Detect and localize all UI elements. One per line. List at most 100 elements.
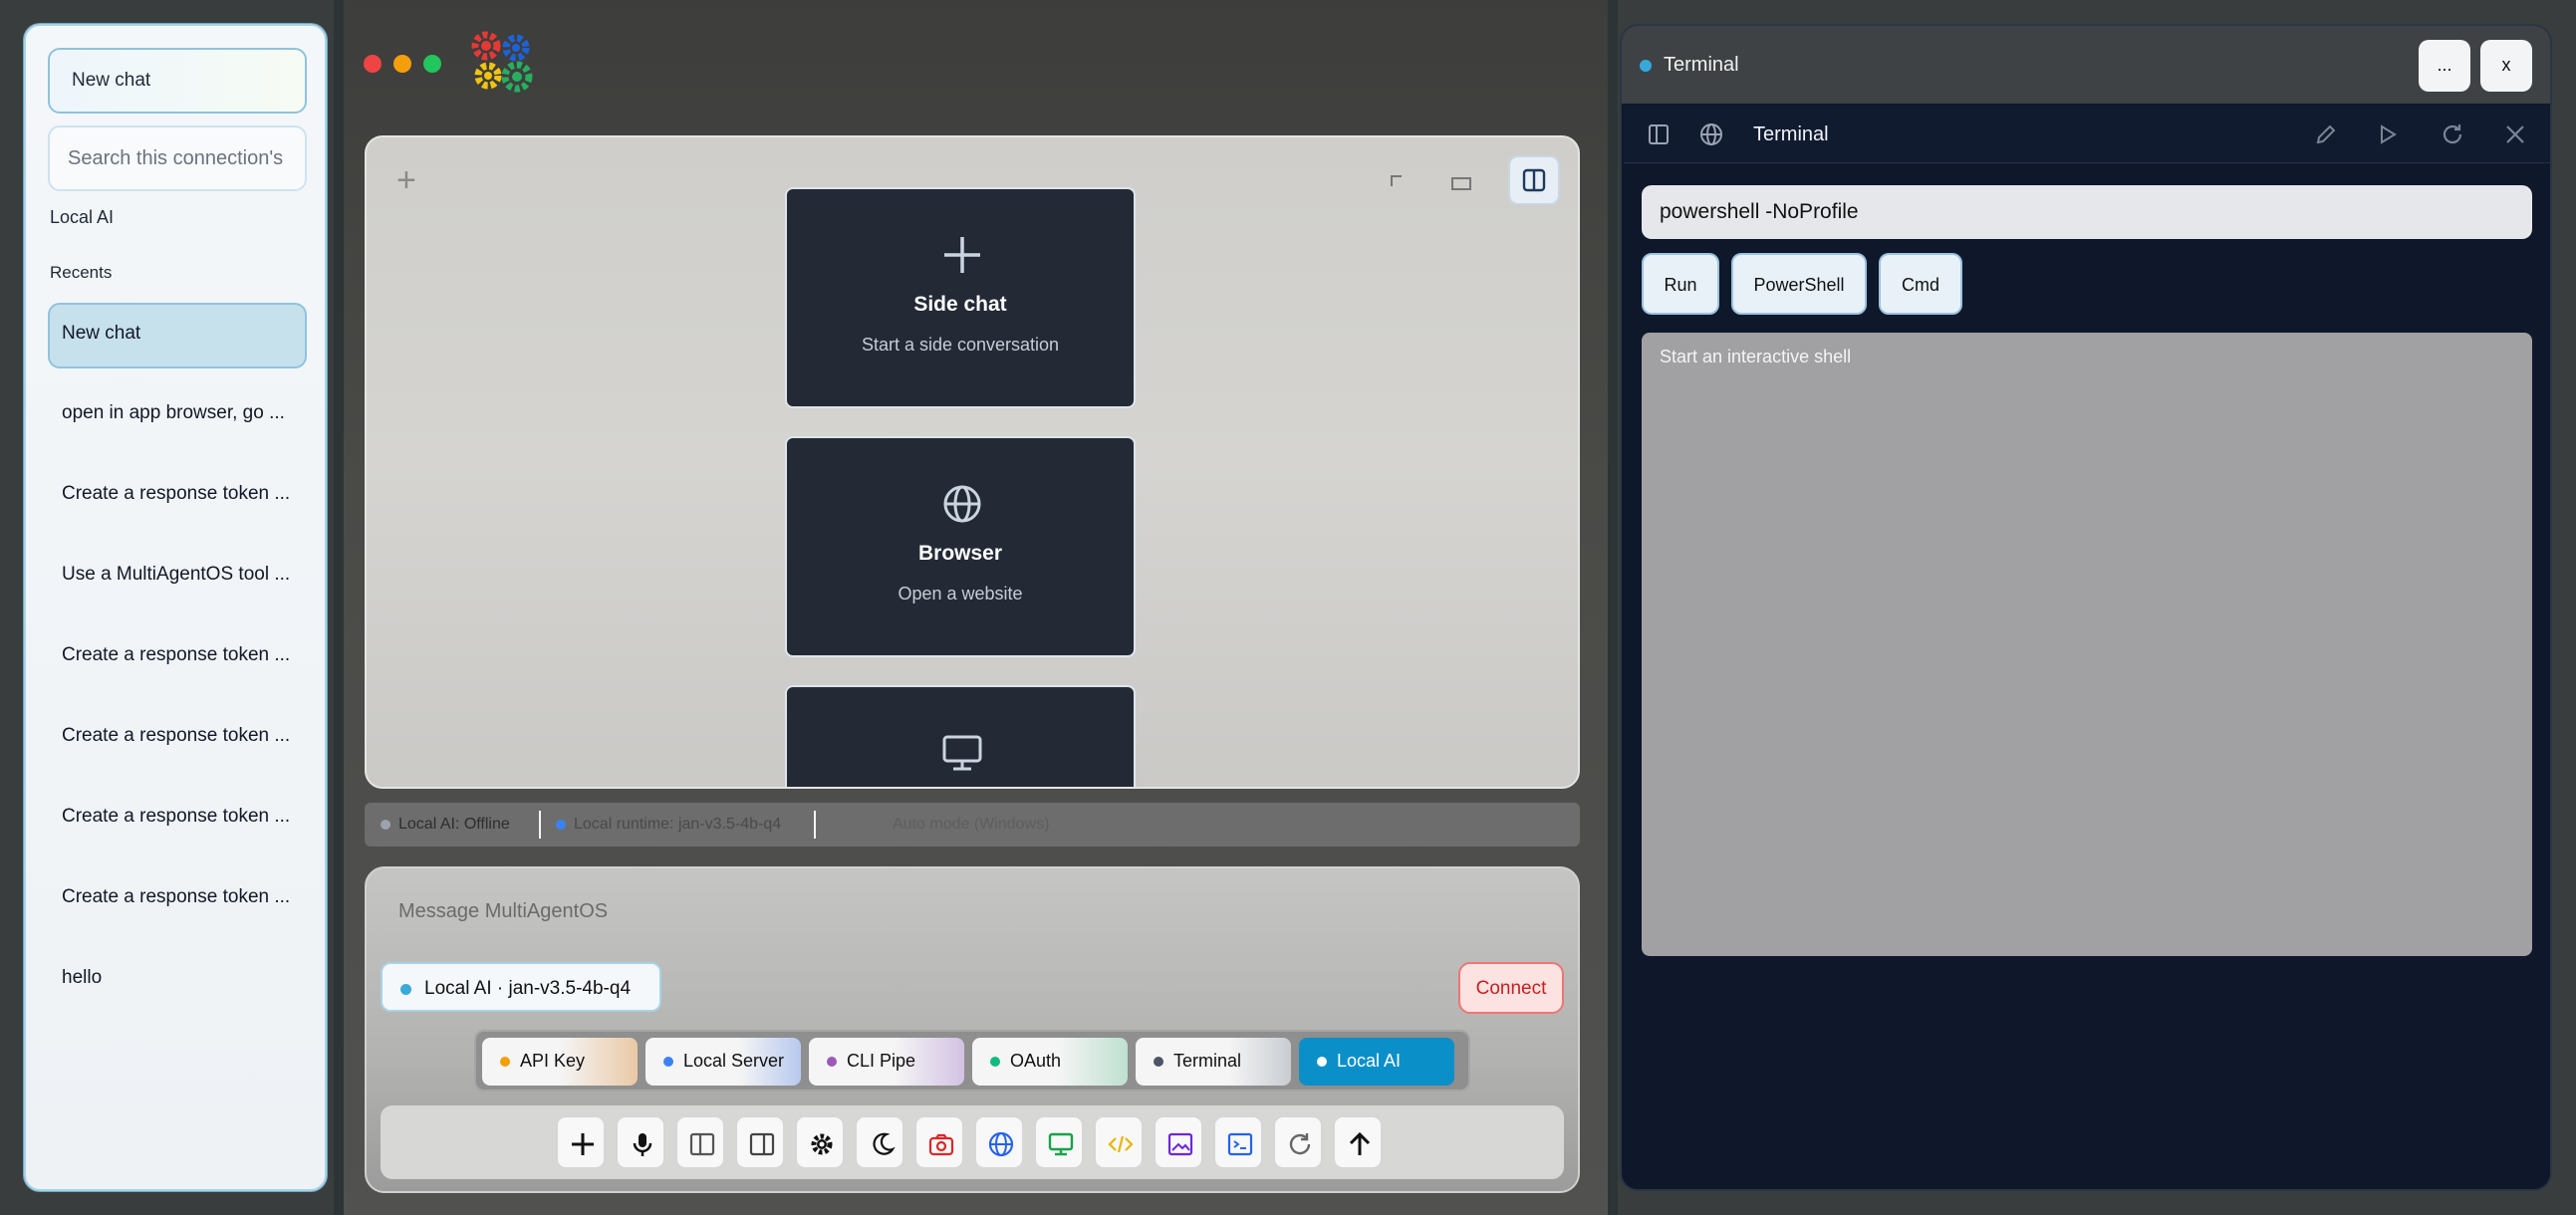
image-icon (1167, 1132, 1193, 1156)
tab-terminal[interactable]: Terminal (1136, 1038, 1291, 1086)
connect-button[interactable]: Connect (1458, 962, 1564, 1014)
search-input[interactable]: Search this connection's (48, 125, 307, 191)
screenshot-button[interactable] (914, 1115, 964, 1169)
cmd-button[interactable]: Cmd (1879, 253, 1962, 315)
recent-chat-item[interactable]: New chat (48, 303, 307, 368)
close-window-button[interactable]: x (2480, 40, 2532, 92)
tab-cli-pipe[interactable]: CLI Pipe (809, 1038, 964, 1086)
maximize-window-icon[interactable] (423, 55, 441, 73)
minimize-window-icon[interactable] (393, 55, 411, 73)
dot-icon (500, 1057, 510, 1067)
camera-icon (928, 1133, 954, 1156)
recent-chat-item[interactable]: Create a response token ... (48, 463, 307, 529)
tab-local-server[interactable]: Local Server (645, 1038, 801, 1086)
recent-chat-item[interactable]: Create a response token ... (48, 866, 307, 932)
model-label: Local AI · jan-v3.5-4b-q4 (424, 978, 632, 999)
card-subtitle: Open a website (898, 584, 1023, 604)
refresh-button[interactable] (1273, 1115, 1323, 1169)
split-view-icon[interactable] (1648, 123, 1670, 145)
recent-chat-item[interactable]: Use a MultiAgentOS tool ... (48, 544, 307, 609)
add-panel-icon[interactable]: + (396, 161, 416, 200)
recent-chat-item[interactable]: open in app browser, go ... (48, 382, 307, 448)
tab-label: Local Server (683, 1051, 785, 1071)
tab-label: Local AI (1337, 1051, 1402, 1071)
arrow-up-icon (1349, 1131, 1371, 1155)
terminal-icon (1227, 1132, 1253, 1156)
card-title: Side chat (913, 293, 1007, 316)
window-title: Terminal (1664, 54, 1739, 76)
code-icon (1108, 1135, 1134, 1153)
browser-button[interactable] (974, 1115, 1024, 1169)
desktop-button[interactable] (1034, 1115, 1084, 1169)
status-bar: Local AI: Offline Local runtime: jan-v3.… (365, 803, 1580, 847)
gear-icon (811, 1133, 833, 1155)
tab-label: Terminal (1173, 1051, 1242, 1071)
edit-icon[interactable] (2315, 123, 2337, 145)
connection-tabs: API Key Local Server CLI Pipe OAuth Term… (474, 1030, 1470, 1092)
card-title: Browser (917, 542, 1003, 565)
dot-icon (1154, 1057, 1163, 1067)
split-view-button[interactable] (1508, 155, 1560, 205)
moon-icon (873, 1132, 896, 1155)
globe-icon[interactable] (1699, 122, 1723, 146)
tab-label: CLI Pipe (847, 1051, 916, 1071)
dot-icon (827, 1057, 837, 1067)
terminal-output[interactable]: Start an interactive shell (1642, 333, 2532, 956)
desktop-card[interactable] (785, 685, 1136, 787)
globe-icon (988, 1131, 1014, 1157)
divider (539, 811, 541, 839)
terminal-button[interactable] (1213, 1115, 1263, 1169)
split-view-icon (1522, 168, 1546, 192)
terminal-panel-header: Terminal (1624, 106, 2550, 163)
window-titlebar: Terminal ... x (1622, 26, 2550, 104)
status-dot-icon (381, 819, 390, 830)
command-input[interactable]: powershell -NoProfile (1642, 185, 2532, 239)
recent-chat-item[interactable]: Create a response token ... (48, 624, 307, 690)
more-options-button[interactable]: ... (2419, 40, 2470, 92)
send-button[interactable] (1333, 1115, 1383, 1169)
voice-button[interactable] (616, 1115, 665, 1169)
status-text: Local runtime: jan-v3.5-4b-q4 (574, 816, 782, 833)
tab-api-key[interactable]: API Key (482, 1038, 638, 1086)
minimize-panel-icon[interactable] (1391, 175, 1403, 187)
powershell-button[interactable]: PowerShell (1731, 253, 1867, 315)
monitor-icon (942, 735, 982, 771)
plus-icon (944, 237, 980, 273)
recent-chat-item[interactable]: Create a response token ... (48, 705, 307, 771)
split-left-icon (689, 1132, 715, 1156)
refresh-icon[interactable] (2441, 122, 2464, 146)
split-right-button[interactable] (735, 1115, 785, 1169)
code-button[interactable] (1094, 1115, 1144, 1169)
recent-chat-item[interactable]: hello (48, 947, 307, 1013)
new-chat-button[interactable]: New chat (48, 48, 307, 114)
run-button[interactable]: Run (1642, 253, 1719, 315)
microphone-icon (633, 1133, 652, 1156)
browser-card[interactable]: Browser Open a website (785, 436, 1136, 657)
tab-local-ai[interactable]: Local AI (1299, 1038, 1454, 1086)
panel-title: Terminal (1753, 123, 1829, 145)
close-window-icon[interactable] (364, 55, 382, 73)
side-chat-card[interactable]: Side chat Start a side conversation (785, 187, 1136, 408)
play-icon[interactable] (2377, 123, 2399, 145)
message-input[interactable]: Message MultiAgentOS (398, 900, 608, 923)
recent-chat-item[interactable]: Create a response token ... (48, 786, 307, 851)
composer: Message MultiAgentOS Local AI · jan-v3.5… (365, 866, 1580, 1193)
dot-icon (990, 1057, 1000, 1067)
status-text: Local AI: Offline (398, 816, 510, 833)
add-button[interactable] (556, 1115, 606, 1169)
model-selector[interactable]: Local AI · jan-v3.5-4b-q4 (381, 962, 661, 1012)
close-icon[interactable] (2504, 123, 2526, 145)
connection-label: Local AI (50, 207, 115, 227)
app-logo-icon (471, 31, 533, 93)
settings-button[interactable] (795, 1115, 845, 1169)
theme-button[interactable] (855, 1115, 904, 1169)
terminal-window: Terminal ... x Terminal powershell -NoPr… (1620, 24, 2552, 1191)
image-button[interactable] (1154, 1115, 1203, 1169)
local-ai-status: Local AI: Offline (381, 816, 510, 834)
sidebar: New chat Search this connection's Local … (24, 24, 327, 1191)
tab-oauth[interactable]: OAuth (972, 1038, 1128, 1086)
mode-status: Auto mode (Windows) (893, 816, 1050, 833)
maximize-panel-icon[interactable] (1450, 175, 1472, 191)
runtime-status: Local runtime: jan-v3.5-4b-q4 (556, 816, 781, 834)
split-left-button[interactable] (675, 1115, 725, 1169)
